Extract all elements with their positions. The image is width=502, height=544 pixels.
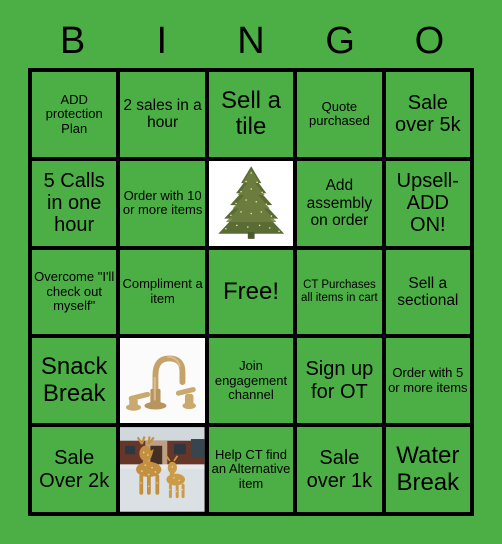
gold-faucet-image — [120, 338, 205, 423]
bingo-cell-label: Water Break — [396, 441, 460, 496]
bingo-cell-i4[interactable] — [120, 338, 205, 424]
header-letter-i: I — [156, 20, 168, 62]
bingo-cell-label: Upsell- ADD ON! — [396, 169, 459, 237]
bingo-cell-label: Order with 10 or more items — [122, 187, 203, 218]
bingo-cell-label: Join engagement channel — [214, 357, 288, 403]
bingo-cell-label: Sign up for OT — [305, 358, 374, 403]
bingo-cell-label: Sale over 5k — [395, 92, 461, 137]
bingo-cell-b4[interactable]: Snack Break — [32, 338, 117, 424]
bingo-card: B I N G O ADD protection Plan 2 sales in … — [0, 0, 502, 544]
bingo-cell-i3[interactable]: Compliment a item — [120, 249, 205, 335]
bingo-cell-n5[interactable]: Help CT find an Alternative item — [208, 427, 294, 512]
bingo-cell-n3[interactable]: Free! — [208, 249, 294, 335]
bingo-header: B I N G O — [28, 16, 474, 66]
bingo-cell-label: Sale Over 2k — [39, 447, 110, 492]
bingo-cell-b2[interactable]: 5 Calls in one hour — [32, 160, 117, 246]
bingo-cell-i5[interactable] — [120, 427, 205, 512]
bingo-cell-g1[interactable]: Quote purchased — [297, 72, 382, 157]
bingo-cell-label: Sell a tile — [220, 86, 282, 141]
header-letter-n: N — [237, 20, 265, 62]
bingo-cell-b3[interactable]: Overcome "I'll check out myself" — [32, 249, 117, 335]
bingo-cell-label: CT Purchases all items in cart — [301, 279, 378, 304]
christmas-tree-image — [208, 161, 294, 246]
bingo-cell-n2[interactable] — [208, 160, 294, 246]
bingo-cell-label: Add assembly on order — [306, 177, 373, 229]
bingo-cell-n4[interactable]: Join engagement channel — [208, 338, 294, 424]
bingo-cell-label: Help CT find an Alternative item — [211, 446, 291, 491]
bingo-cell-label: Sell a sectional — [397, 274, 459, 309]
bingo-cell-o1[interactable]: Sale over 5k — [385, 72, 470, 157]
bingo-cell-label: Quote purchased — [309, 98, 370, 129]
bingo-cell-b5[interactable]: Sale Over 2k — [32, 427, 117, 512]
bingo-cell-n1[interactable]: Sell a tile — [208, 72, 294, 157]
bingo-cell-label: Sale over 1k — [306, 447, 373, 492]
bingo-cell-label: Compliment a item — [122, 276, 203, 306]
bingo-cell-label: Snack Break — [40, 352, 108, 407]
bingo-cell-g5[interactable]: Sale over 1k — [297, 427, 382, 512]
bingo-cell-label: ADD protection Plan — [45, 91, 103, 136]
header-letter-g: G — [325, 20, 355, 62]
bingo-cell-i1[interactable]: 2 sales in a hour — [120, 72, 205, 157]
bingo-cell-o3[interactable]: Sell a sectional — [385, 249, 470, 335]
header-letter-o: O — [414, 20, 445, 62]
bingo-cell-o2[interactable]: Upsell- ADD ON! — [385, 160, 470, 246]
bingo-cell-label: Free! — [222, 277, 279, 305]
bingo-cell-g3[interactable]: CT Purchases all items in cart — [297, 249, 382, 335]
bingo-cell-label: 2 sales in a hour — [123, 97, 202, 132]
header-letter-b: B — [59, 20, 86, 62]
bingo-cell-b1[interactable]: ADD protection Plan — [32, 72, 117, 157]
bingo-cell-g4[interactable]: Sign up for OT — [297, 338, 382, 424]
bingo-cell-o5[interactable]: Water Break — [385, 427, 470, 512]
bingo-grid: ADD protection Plan 2 sales in a hour Sell… — [28, 68, 474, 516]
bingo-cell-g2[interactable]: Add assembly on order — [297, 160, 382, 246]
bingo-cell-label: Order with 5 or more items — [388, 365, 468, 395]
bingo-cell-o4[interactable]: Order with 5 or more items — [385, 338, 470, 424]
bingo-cell-label: 5 Calls in one hour — [43, 169, 105, 237]
bingo-cell-i2[interactable]: Order with 10 or more items — [120, 160, 205, 246]
lighted-reindeer-image — [120, 427, 205, 512]
bingo-cell-label: Overcome "I'll check out myself" — [34, 269, 115, 314]
